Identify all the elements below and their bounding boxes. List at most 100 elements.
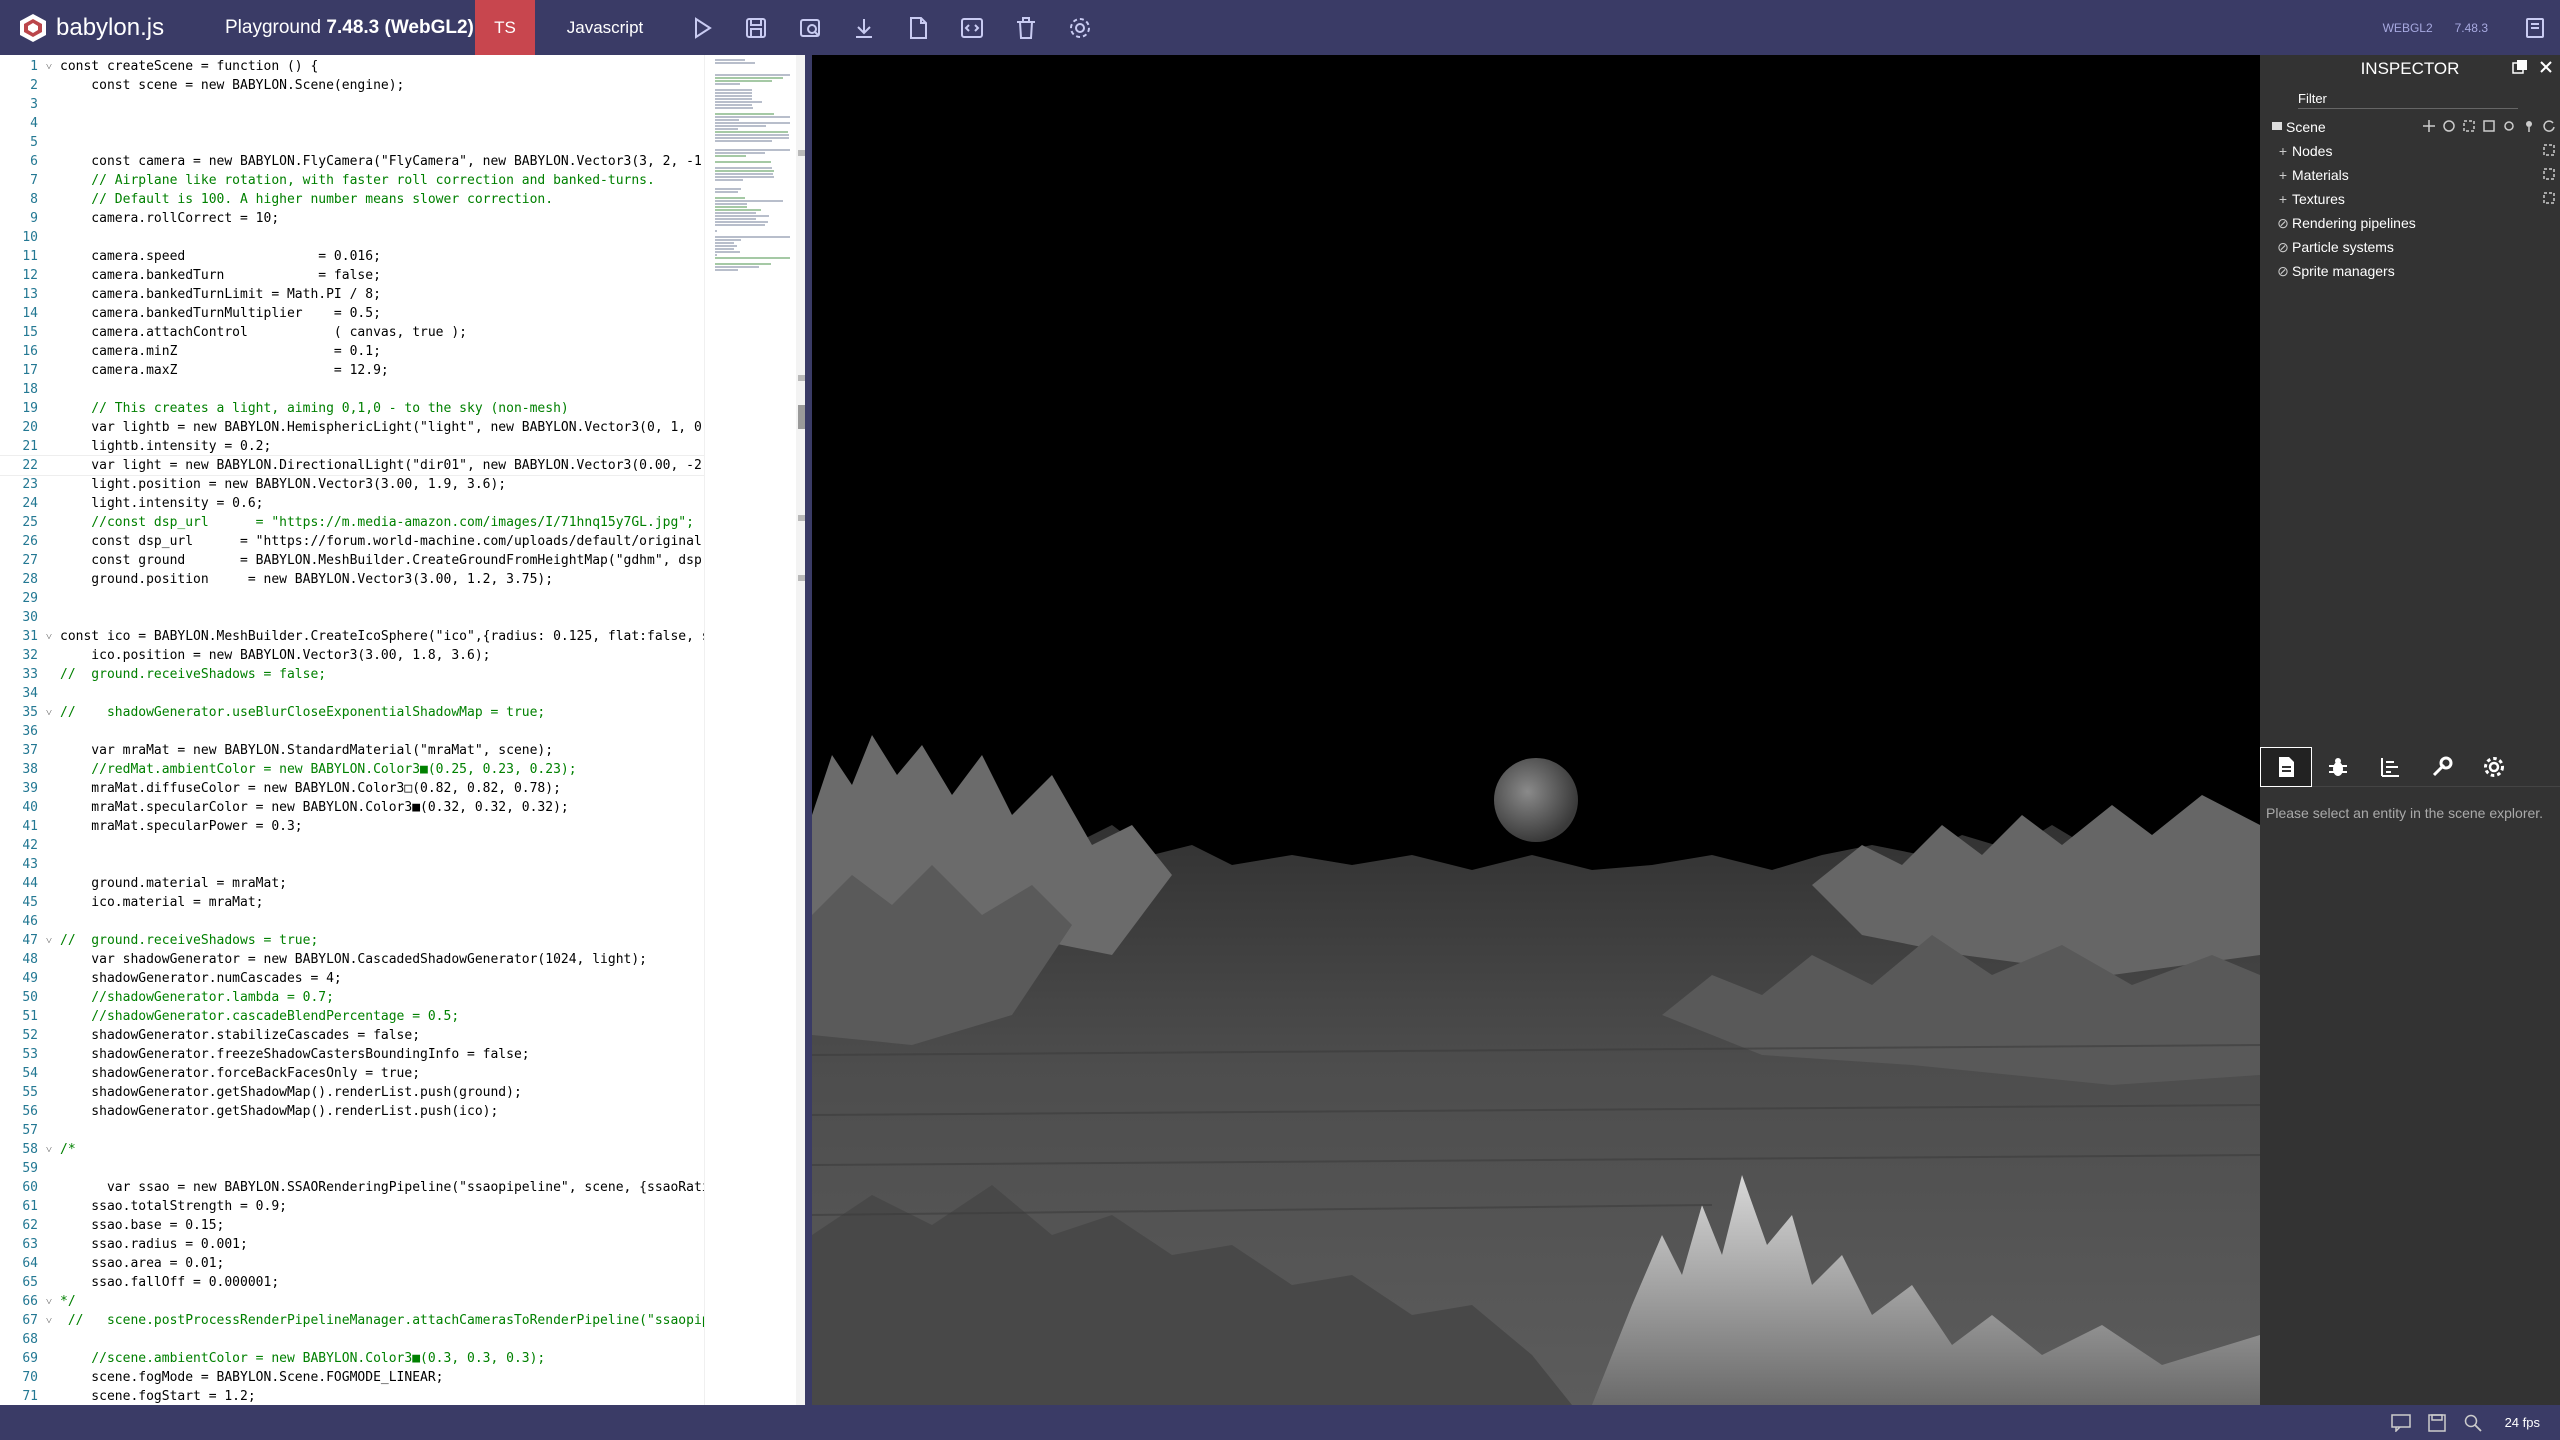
save-snippet-button[interactable] <box>2419 1405 2455 1440</box>
tree-item-nodes[interactable]: + Nodes <box>2260 139 2560 163</box>
code-line[interactable]: 59 <box>0 1159 704 1178</box>
tab-debug[interactable] <box>2312 747 2364 787</box>
code-line[interactable]: 34 <box>0 684 704 703</box>
code-line[interactable]: 15 camera.attachControl ( canvas, true )… <box>0 323 704 342</box>
minimap[interactable] <box>704 55 796 1405</box>
tab-properties[interactable] <box>2260 747 2312 787</box>
code-line[interactable]: 69 //scene.ambientColor = new BABYLON.Co… <box>0 1349 704 1368</box>
code-line[interactable]: 10 <box>0 228 704 247</box>
code-line[interactable]: 49 shadowGenerator.numCascades = 4; <box>0 969 704 988</box>
code-line[interactable]: 62 ssao.base = 0.15; <box>0 1216 704 1235</box>
fold-toggle-icon[interactable]: ˅ <box>38 57 60 76</box>
save-button[interactable] <box>729 0 783 55</box>
code-line[interactable]: 37 var mraMat = new BABYLON.StandardMate… <box>0 741 704 760</box>
filter-input[interactable]: Filter <box>2298 89 2518 109</box>
popout-icon[interactable] <box>2512 59 2528 75</box>
tab-statistics[interactable] <box>2364 747 2416 787</box>
code-line[interactable]: 36 <box>0 722 704 741</box>
fold-toggle-icon[interactable]: ˅ <box>38 1140 60 1159</box>
code-line[interactable]: 38 //redMat.ambientColor = new BABYLON.C… <box>0 760 704 779</box>
code-line[interactable]: 30 <box>0 608 704 627</box>
code-line[interactable]: 16 camera.minZ = 0.1; <box>0 342 704 361</box>
expand-all-icon[interactable] <box>2542 191 2556 205</box>
code-line[interactable]: 18 <box>0 380 704 399</box>
expand-all-icon[interactable] <box>2542 167 2556 181</box>
code-line[interactable]: 32 ico.position = new BABYLON.Vector3(3.… <box>0 646 704 665</box>
code-line[interactable]: 7 // Airplane like rotation, with faster… <box>0 171 704 190</box>
fold-toggle-icon[interactable]: ˅ <box>38 1292 60 1311</box>
code-line[interactable]: 53 shadowGenerator.freezeShadowCastersBo… <box>0 1045 704 1064</box>
code-line[interactable]: 2 const scene = new BABYLON.Scene(engine… <box>0 76 704 95</box>
tab-typescript[interactable]: TS <box>475 0 535 55</box>
translate-gizmo-icon[interactable] <box>2422 119 2436 133</box>
code-line[interactable]: 20 var lightb = new BABYLON.HemisphericL… <box>0 418 704 437</box>
download-button[interactable] <box>837 0 891 55</box>
code-line[interactable]: 22 var light = new BABYLON.DirectionalLi… <box>0 455 705 476</box>
inspector-download-button[interactable] <box>783 0 837 55</box>
code-line[interactable]: 46 <box>0 912 704 931</box>
fold-toggle-icon[interactable]: ˅ <box>38 627 60 646</box>
new-file-button[interactable] <box>891 0 945 55</box>
code-line[interactable]: 65 ssao.fallOff = 0.000001; <box>0 1273 704 1292</box>
code-line[interactable]: 63 ssao.radius = 0.001; <box>0 1235 704 1254</box>
code-line[interactable]: 14 camera.bankedTurnMultiplier = 0.5; <box>0 304 704 323</box>
close-icon[interactable] <box>2538 59 2554 75</box>
code-line[interactable]: 52 shadowGenerator.stabilizeCascades = f… <box>0 1026 704 1045</box>
code-line[interactable]: 27 const ground = BABYLON.MeshBuilder.Cr… <box>0 551 704 570</box>
fold-toggle-icon[interactable]: ˅ <box>38 1311 60 1330</box>
code-lines[interactable]: 1 ˅ const createScene = function () {2 con… <box>0 57 705 1405</box>
examples-button[interactable] <box>2510 0 2560 55</box>
refresh-icon[interactable] <box>2542 119 2556 133</box>
code-line[interactable]: 48 var shadowGenerator = new BABYLON.Cas… <box>0 950 704 969</box>
code-line[interactable]: 26 const dsp_url = "https://forum.world-… <box>0 532 704 551</box>
code-line[interactable]: 40 mraMat.specularColor = new BABYLON.Co… <box>0 798 704 817</box>
logo[interactable]: babylon.js <box>0 0 210 55</box>
bounding-box-gizmo-icon[interactable] <box>2482 119 2496 133</box>
code-line[interactable]: 33 // ground.receiveShadows = false; <box>0 665 704 684</box>
tree-item-materials[interactable]: + Materials <box>2260 163 2560 187</box>
search-button[interactable] <box>2455 1405 2491 1440</box>
code-editor[interactable]: 1 ˅ const createScene = function () {2 con… <box>0 55 810 1405</box>
code-line[interactable]: 54 shadowGenerator.forceBackFacesOnly = … <box>0 1064 704 1083</box>
code-line[interactable]: 13 camera.bankedTurnLimit = Math.PI / 8; <box>0 285 704 304</box>
code-line[interactable]: 45 ico.material = mraMat; <box>0 893 704 912</box>
code-line[interactable]: 8 // Default is 100. A higher number mea… <box>0 190 704 209</box>
code-line[interactable]: 55 shadowGenerator.getShadowMap().render… <box>0 1083 704 1102</box>
camera-gizmo-icon[interactable] <box>2502 119 2516 133</box>
tree-item-sprite-managers[interactable]: ⊘ Sprite managers <box>2260 259 2560 283</box>
code-line[interactable]: 24 light.intensity = 0.6; <box>0 494 704 513</box>
code-line[interactable]: 31 ˅ const ico = BABYLON.MeshBuilder.Creat… <box>0 627 704 646</box>
code-line[interactable]: 70 scene.fogMode = BABYLON.Scene.FOGMODE… <box>0 1368 704 1387</box>
code-line[interactable]: 17 camera.maxZ = 12.9; <box>0 361 704 380</box>
code-line[interactable]: 68 <box>0 1330 704 1349</box>
code-line[interactable]: 57 <box>0 1121 704 1140</box>
code-line[interactable]: 19 // This creates a light, aiming 0,1,0… <box>0 399 704 418</box>
code-line[interactable]: 12 camera.bankedTurn = false; <box>0 266 704 285</box>
tab-settings[interactable] <box>2468 747 2520 787</box>
settings-button[interactable] <box>1053 0 1107 55</box>
run-button[interactable] <box>675 0 729 55</box>
code-line[interactable]: 58 ˅/* <box>0 1140 704 1159</box>
code-line[interactable]: 29 <box>0 589 704 608</box>
code-line[interactable]: 43 <box>0 855 704 874</box>
tree-item-rendering-pipelines[interactable]: ⊘ Rendering pipelines <box>2260 211 2560 235</box>
tree-item-textures[interactable]: + Textures <box>2260 187 2560 211</box>
code-line[interactable]: 41 mraMat.specularPower = 0.3; <box>0 817 704 836</box>
code-line[interactable]: 50 //shadowGenerator.lambda = 0.7; <box>0 988 704 1007</box>
code-line[interactable]: 66 ˅ */ <box>0 1292 704 1311</box>
rotate-gizmo-icon[interactable] <box>2442 119 2456 133</box>
code-line[interactable]: 67 ˅ // scene.postProcessRenderPipelineMa… <box>0 1311 704 1330</box>
code-line[interactable]: 23 light.position = new BABYLON.Vector3(… <box>0 475 704 494</box>
expand-all-icon[interactable] <box>2542 143 2556 157</box>
code-line[interactable]: 5 <box>0 133 704 152</box>
scale-gizmo-icon[interactable] <box>2462 119 2476 133</box>
code-line[interactable]: 11 camera.speed = 0.016; <box>0 247 704 266</box>
code-line[interactable]: 9 camera.rollCorrect = 10; <box>0 209 704 228</box>
tree-item-particle-systems[interactable]: ⊘ Particle systems <box>2260 235 2560 259</box>
code-line[interactable]: 28 ground.position = new BABYLON.Vector3… <box>0 570 704 589</box>
clear-button[interactable] <box>999 0 1053 55</box>
code-line[interactable]: 61 ssao.totalStrength = 0.9; <box>0 1197 704 1216</box>
code-line[interactable]: 6 const camera = new BABYLON.FlyCamera("… <box>0 152 704 171</box>
code-line[interactable]: 60 var ssao = new BABYLON.SSAORenderingP… <box>0 1178 704 1197</box>
code-line[interactable]: 71 scene.fogStart = 1.2; <box>0 1387 704 1405</box>
